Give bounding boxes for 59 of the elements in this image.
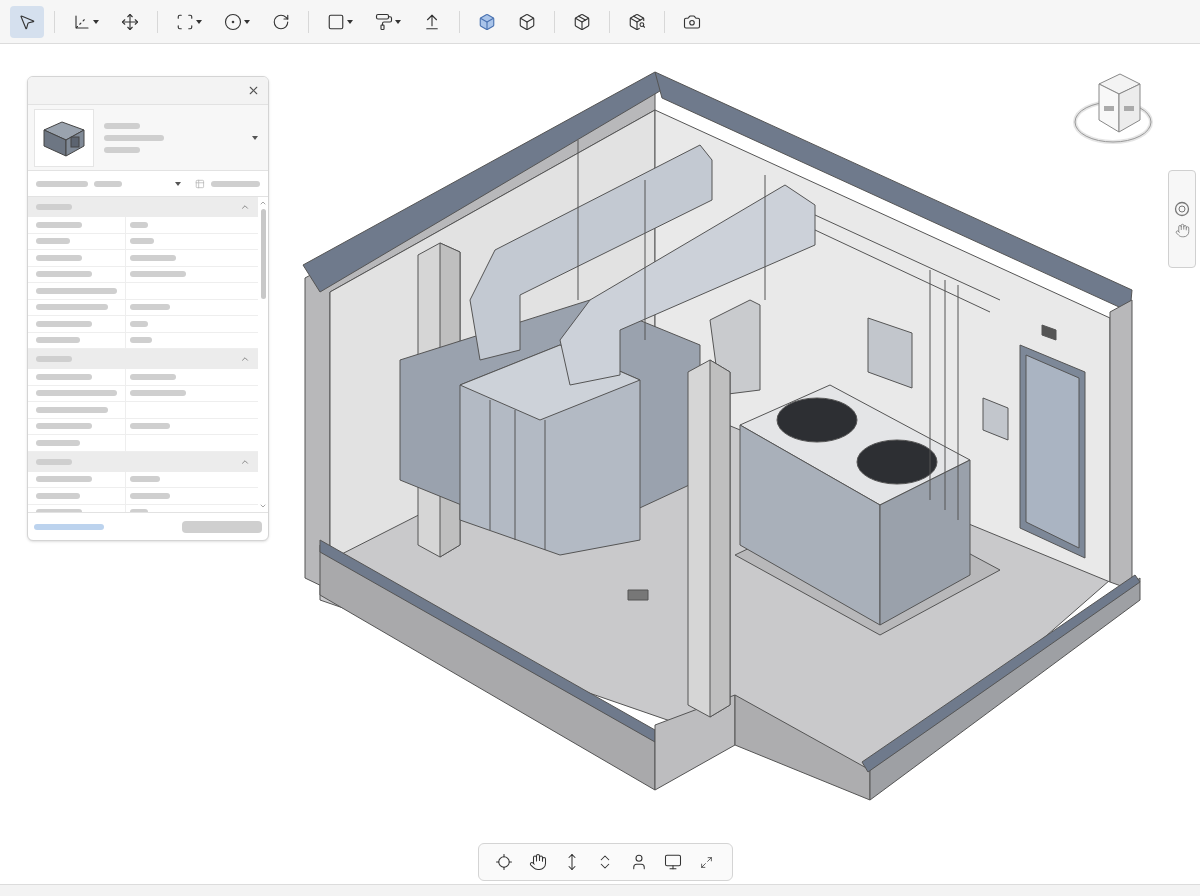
placeholder-bar (36, 458, 72, 465)
chevron-down-icon (259, 502, 267, 510)
chevron-up-icon (259, 199, 267, 207)
placeholder-bar (104, 146, 140, 153)
placeholder-bar (36, 238, 70, 245)
frame-icon (700, 855, 714, 869)
square-icon (327, 12, 345, 31)
placeholder-bar (130, 476, 160, 483)
cube-outline-icon (518, 12, 536, 31)
rotate-icon (272, 12, 290, 31)
placeholder-bar (36, 476, 92, 483)
placeholder-bar (130, 337, 152, 344)
close-icon[interactable] (247, 84, 260, 97)
caret-icon (175, 181, 182, 186)
cube-icon (478, 12, 496, 31)
move-icon (121, 12, 139, 31)
corner-frame-icon (176, 12, 194, 31)
placeholder-bar (130, 320, 148, 327)
placeholder-bar (104, 122, 140, 129)
placeholder-bar (130, 492, 170, 499)
placeholder-bar (36, 373, 92, 380)
caret-icon[interactable] (252, 135, 258, 140)
pointer-icon (18, 12, 36, 31)
hand-icon (1174, 222, 1190, 238)
placeholder-bar (36, 320, 92, 327)
placeholder-bar (36, 337, 80, 344)
circle-icon (224, 12, 242, 31)
placeholder-bar (36, 180, 88, 187)
placeholder-bar (130, 254, 176, 261)
placeholder-bar (130, 304, 170, 311)
camera-icon (683, 12, 701, 31)
placeholder-bar (36, 304, 108, 311)
box-search-icon (628, 12, 646, 31)
toolbar-button[interactable] (10, 5, 44, 38)
placeholder-bar (130, 221, 148, 228)
paint-roller-icon (375, 12, 393, 31)
placeholder-bar (130, 390, 186, 397)
placeholder-bar (210, 180, 260, 187)
box-icon (573, 12, 591, 31)
placeholder-bar (104, 134, 164, 141)
placeholder-bar (130, 373, 176, 380)
placeholder-bar (130, 238, 154, 245)
placeholder-bar (36, 423, 92, 430)
placeholder-bar (36, 254, 82, 261)
placeholder-bar (36, 221, 82, 228)
placeholder-bar (130, 271, 186, 278)
hand-icon (528, 853, 547, 871)
arrow-up-icon (423, 12, 441, 31)
placeholder-bar (36, 406, 108, 413)
placeholder-bar (130, 423, 170, 430)
placeholder-bar (36, 356, 72, 362)
orbit-icon (1174, 200, 1190, 217)
monitor-icon (664, 853, 683, 871)
placeholder-bar (36, 439, 80, 446)
placeholder-bar (36, 492, 80, 499)
target-icon (494, 853, 513, 871)
placeholder-bar (94, 180, 122, 187)
placeholder-bar (36, 204, 72, 210)
placeholder-bar (36, 271, 92, 278)
